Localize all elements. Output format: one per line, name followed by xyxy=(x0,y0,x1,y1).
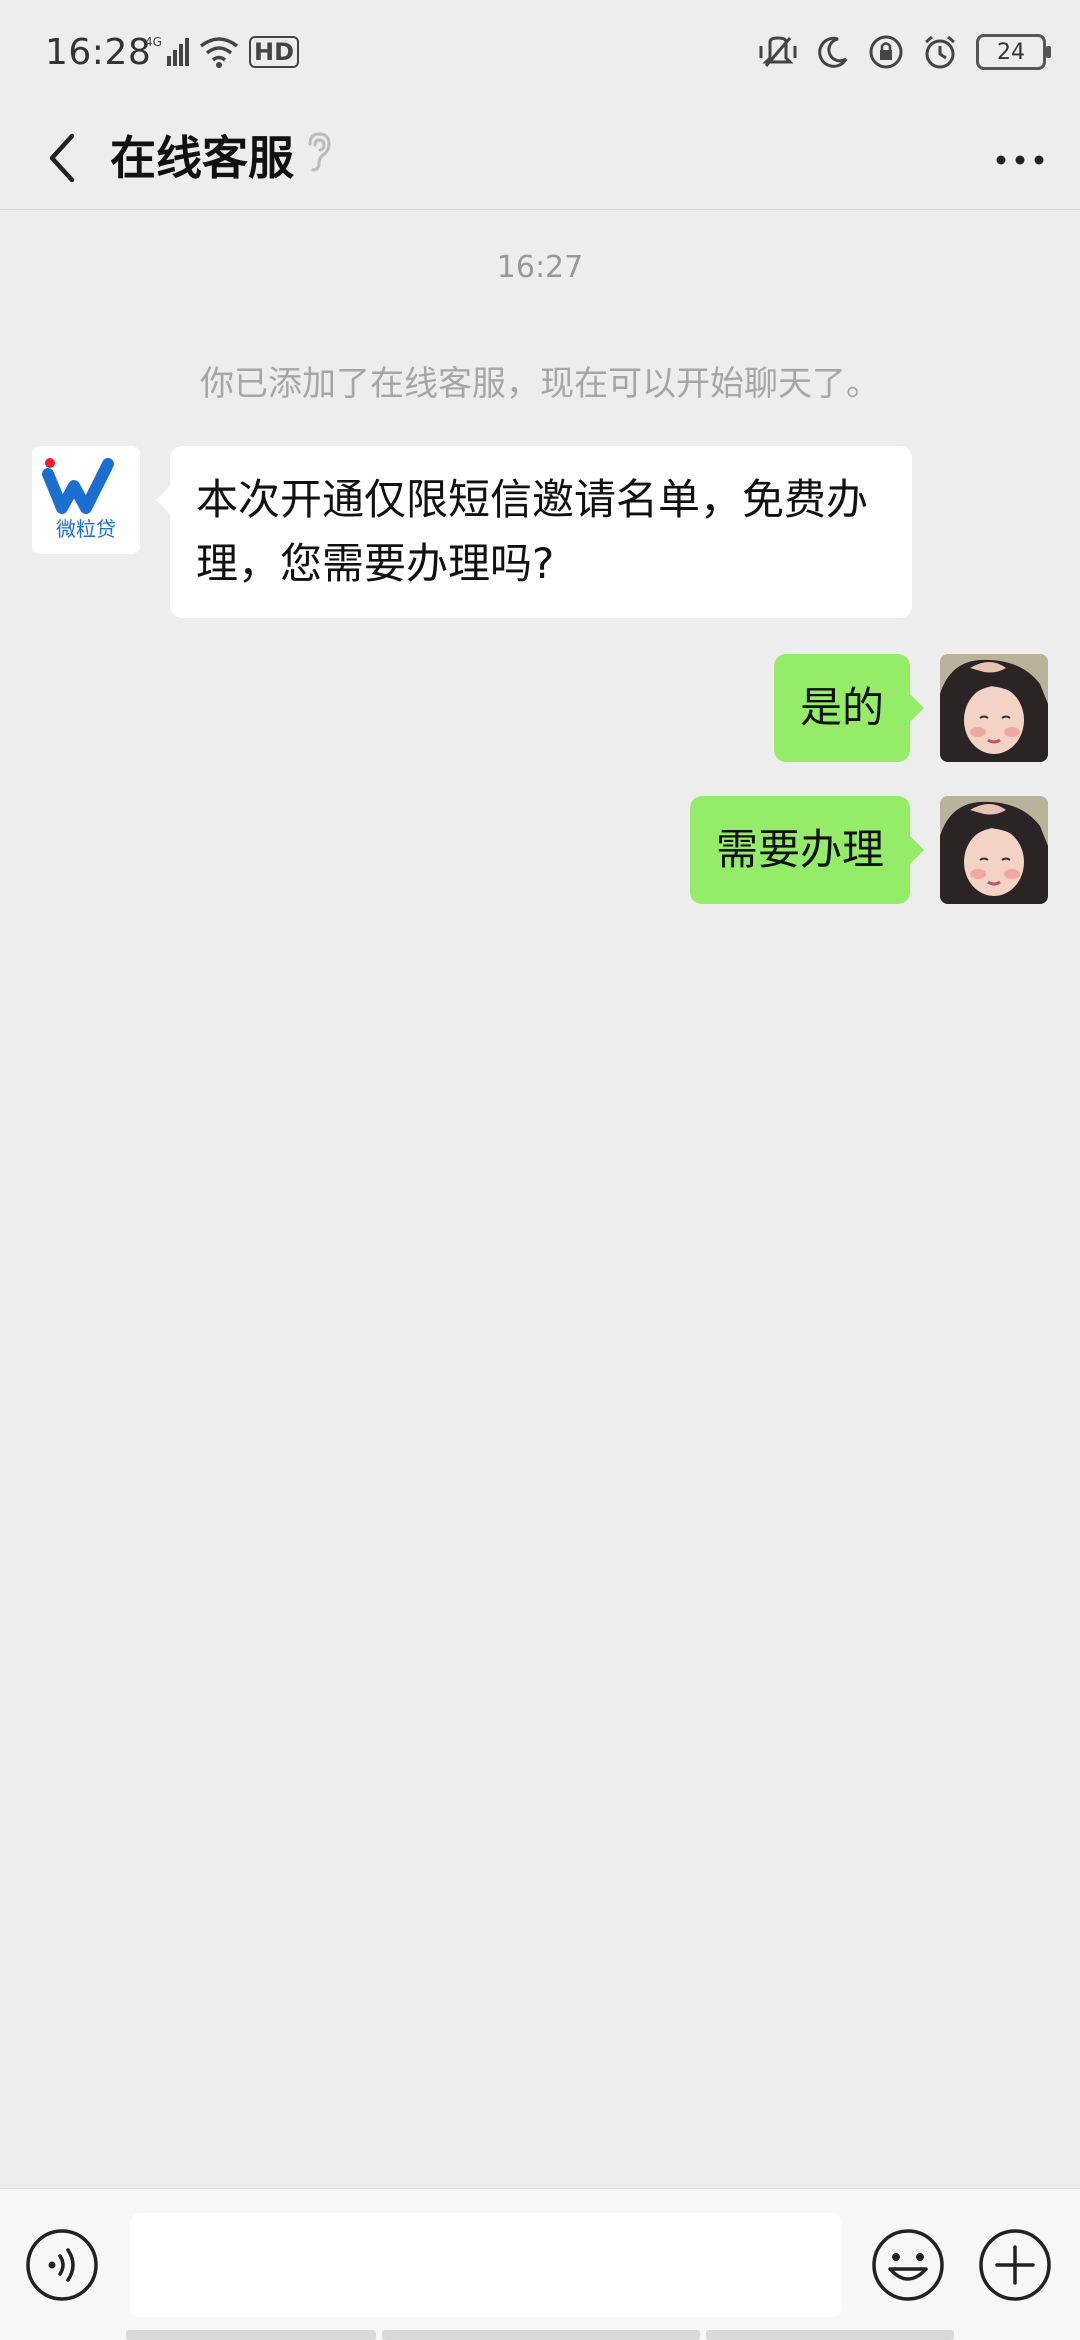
title-bar: 在线客服 xyxy=(0,108,1080,210)
hd-icon: HD xyxy=(249,36,300,68)
home-indicator xyxy=(706,2330,954,2340)
wifi-icon xyxy=(199,37,239,68)
signal-icon: 4G xyxy=(145,35,189,66)
status-left-icons: 4G HD xyxy=(145,34,300,70)
ear-icon xyxy=(308,132,331,172)
voice-icon xyxy=(26,2229,98,2301)
battery-level: 24 xyxy=(997,39,1025,65)
logo-text: 微粒贷 xyxy=(56,517,116,541)
user-avatar[interactable] xyxy=(940,796,1048,904)
network-label: 4G xyxy=(145,35,162,49)
plus-icon xyxy=(979,2229,1051,2301)
battery-icon: 24 xyxy=(976,34,1051,70)
sent-message-bubble[interactable]: 是的 xyxy=(773,654,925,762)
status-right-icons: 24 xyxy=(758,34,1051,70)
input-bar xyxy=(0,2188,1080,2340)
user-avatar-photo xyxy=(940,796,1048,904)
system-notice: 你已添加了在线客服，现在可以开始聊天了。 xyxy=(200,364,880,404)
message-timestamp: 16:27 xyxy=(496,250,584,285)
lock-rotation-icon xyxy=(869,35,903,69)
user-avatar[interactable] xyxy=(940,654,1048,762)
emoji-button[interactable] xyxy=(870,2227,946,2303)
home-indicator xyxy=(126,2330,376,2340)
emoji-icon xyxy=(872,2229,944,2301)
alarm-icon xyxy=(925,35,955,69)
message-input[interactable] xyxy=(130,2213,842,2317)
moon-icon xyxy=(818,36,848,68)
home-indicator xyxy=(382,2330,700,2340)
status-bar: 16:28 4G HD 24 xyxy=(0,0,1080,108)
chat-area[interactable]: 16:27 你已添加了在线客服，现在可以开始聊天了。 微粒贷 本次开通仅限短信邀… xyxy=(0,210,1080,2190)
vibrate-icon xyxy=(759,36,797,67)
user-avatar-photo xyxy=(940,654,1048,762)
more-functions-button[interactable] xyxy=(977,2227,1053,2303)
more-icon xyxy=(996,155,1044,165)
received-message-bubble[interactable]: 本次开通仅限短信邀请名单，免费办理，您需要办理吗? xyxy=(156,446,912,618)
back-button[interactable] xyxy=(30,126,94,190)
weilidai-logo-icon: 微粒贷 xyxy=(32,446,140,554)
status-time: 16:28 xyxy=(45,32,152,73)
more-button[interactable] xyxy=(988,128,1052,192)
voice-button[interactable] xyxy=(24,2227,100,2303)
back-icon xyxy=(49,133,75,183)
page-title: 在线客服 xyxy=(110,131,294,185)
sent-message-bubble[interactable]: 需要办理 xyxy=(689,796,925,904)
agent-avatar[interactable]: 微粒贷 xyxy=(32,446,140,554)
